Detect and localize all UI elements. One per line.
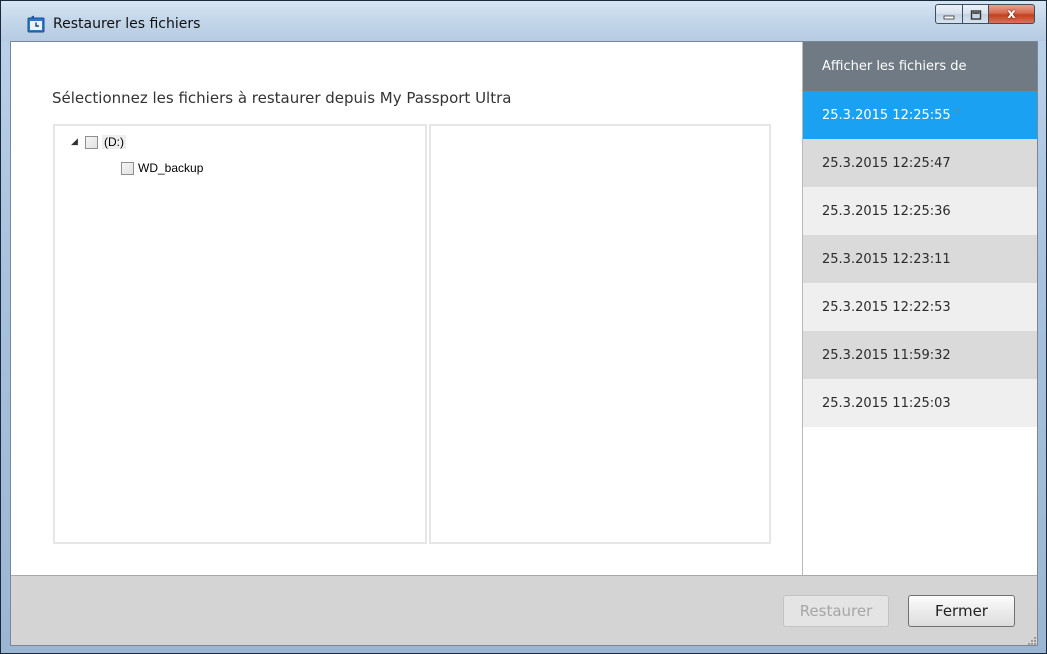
maximize-icon [970,5,982,24]
file-list-pane[interactable] [429,124,771,544]
client-area: Sélectionnez les fichiers à restaurer de… [10,41,1038,646]
resize-grip-icon[interactable] [1025,633,1037,645]
minimize-icon [943,5,955,24]
title-bar[interactable]: Restaurer les fichiers x [1,1,1046,41]
snapshot-item[interactable]: 25.3.2015 11:59:32 [803,331,1037,379]
snapshot-item[interactable]: 25.3.2015 11:25:03 [803,379,1037,427]
snapshot-item[interactable]: 25.3.2015 12:25:55 [803,91,1037,139]
folder-tree-pane[interactable]: ◢ (D:) WD_backup [53,124,427,544]
instruction-text: Sélectionnez les fichiers à restaurer de… [52,89,512,107]
restore-button[interactable]: Restaurer [783,595,889,627]
snapshot-item[interactable]: 25.3.2015 12:25:47 [803,139,1037,187]
snapshot-sidebar: Afficher les fichiers de 25.3.2015 12:25… [802,42,1037,575]
restore-files-window: Restaurer les fichiers x Sélectionnez le… [0,0,1047,654]
action-bar: Restaurer Fermer [11,575,1037,645]
restore-clock-icon [27,15,45,33]
snapshot-item[interactable]: 25.3.2015 12:23:11 [803,235,1037,283]
maximize-button[interactable] [963,4,989,24]
tree-item-label: WD_backup [138,161,204,175]
drive-d-checkbox[interactable] [85,135,98,149]
file-selection-panel: Sélectionnez les fichiers à restaurer de… [11,42,802,575]
expander-triangle-icon[interactable]: ◢ [71,137,85,147]
snapshot-list: 25.3.2015 12:25:55 25.3.2015 12:25:47 25… [803,91,1037,427]
minimize-button[interactable] [935,4,963,24]
snapshot-item[interactable]: 25.3.2015 12:22:53 [803,283,1037,331]
snapshot-item[interactable]: 25.3.2015 12:25:36 [803,187,1037,235]
close-icon: x [1007,6,1016,22]
close-button[interactable]: Fermer [908,595,1015,627]
tree-item-label: (D:) [102,135,126,149]
wd-backup-checkbox[interactable] [121,161,134,175]
window-controls: x [935,4,1035,26]
tree-item-drive-d[interactable]: ◢ (D:) [71,133,126,151]
sidebar-header: Afficher les fichiers de [803,42,1037,91]
window-title: Restaurer les fichiers [53,16,201,32]
tree-item-wd-backup[interactable]: WD_backup [121,159,203,177]
close-window-button[interactable]: x [989,4,1035,24]
